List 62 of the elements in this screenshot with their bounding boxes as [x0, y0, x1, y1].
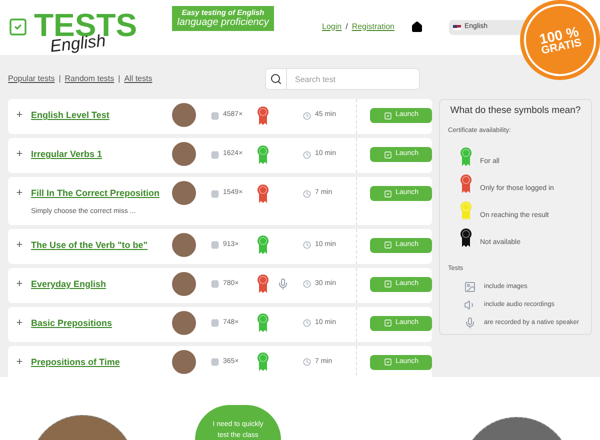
checkbox-icon — [384, 358, 392, 366]
author-avatar — [172, 272, 196, 296]
grid-icon — [211, 358, 219, 366]
nav-link[interactable]: Popular tests — [8, 73, 55, 85]
clock-icon — [303, 241, 311, 249]
grid-icon — [211, 190, 219, 198]
nav-link[interactable]: Random tests — [64, 73, 114, 85]
separator-text: / — [346, 20, 348, 32]
grid-icon — [211, 241, 219, 249]
us-flag-icon — [452, 25, 460, 30]
clock-icon — [303, 150, 311, 158]
expand-toggle[interactable]: + — [8, 352, 31, 372]
separator-text: | — [58, 73, 61, 85]
author-avatar — [172, 310, 196, 334]
author-avatar — [172, 232, 196, 256]
author-avatar — [172, 181, 196, 205]
clock-icon — [303, 112, 311, 120]
checkbox-logo-icon — [8, 16, 28, 36]
expand-toggle[interactable]: + — [8, 274, 31, 294]
expand-toggle[interactable]: + — [8, 106, 31, 125]
checkbox-icon — [384, 280, 392, 288]
checkbox-icon — [384, 241, 392, 249]
clock-icon — [303, 358, 311, 366]
home-icon[interactable] — [410, 20, 422, 32]
test-title-link[interactable]: Irregular Verbs 1 — [31, 145, 171, 164]
test-title-link[interactable]: Everyday English — [31, 274, 171, 294]
expand-toggle[interactable]: + — [8, 184, 31, 203]
expand-toggle[interactable]: + — [8, 236, 31, 254]
grid-icon — [211, 319, 219, 327]
login-link[interactable]: Login — [322, 20, 342, 32]
author-avatar — [172, 103, 196, 127]
checkbox-icon — [384, 190, 392, 198]
grid-icon — [211, 150, 219, 158]
test-title-link[interactable]: Basic Prepositions — [31, 314, 171, 332]
author-avatar — [172, 350, 196, 374]
clock-icon — [303, 319, 311, 327]
search-field[interactable]: Search test — [287, 68, 420, 90]
legend-title: What do these symbols mean? — [449, 104, 582, 118]
checkbox-icon — [384, 150, 392, 158]
checkbox-icon — [384, 112, 392, 120]
image-icon — [464, 280, 476, 293]
grid-icon — [211, 112, 219, 120]
clock-icon — [303, 280, 311, 288]
grid-icon — [211, 280, 219, 288]
microphone-icon — [277, 278, 289, 290]
test-title-link[interactable]: Prepositions of Time — [31, 352, 171, 372]
author-avatar — [172, 142, 196, 166]
nav-link[interactable]: All tests — [124, 73, 152, 85]
expand-toggle[interactable]: + — [8, 314, 31, 332]
expand-toggle[interactable]: + — [8, 145, 31, 164]
test-title-link[interactable]: English Level Test — [31, 106, 171, 125]
clock-icon — [303, 190, 311, 198]
test-title-link[interactable]: Fill In The Correct Preposition — [31, 184, 171, 203]
separator-text: | — [118, 73, 120, 85]
registration-link[interactable]: Registration — [352, 20, 394, 32]
microphone-icon — [464, 316, 476, 329]
checkbox-icon — [384, 319, 392, 327]
search-icon — [270, 73, 282, 85]
search-button[interactable] — [265, 68, 287, 90]
tagline-text: language proficiency — [176, 16, 270, 30]
speaker-icon — [464, 298, 476, 311]
test-title-link[interactable]: The Use of the Verb "to be" — [31, 236, 171, 254]
